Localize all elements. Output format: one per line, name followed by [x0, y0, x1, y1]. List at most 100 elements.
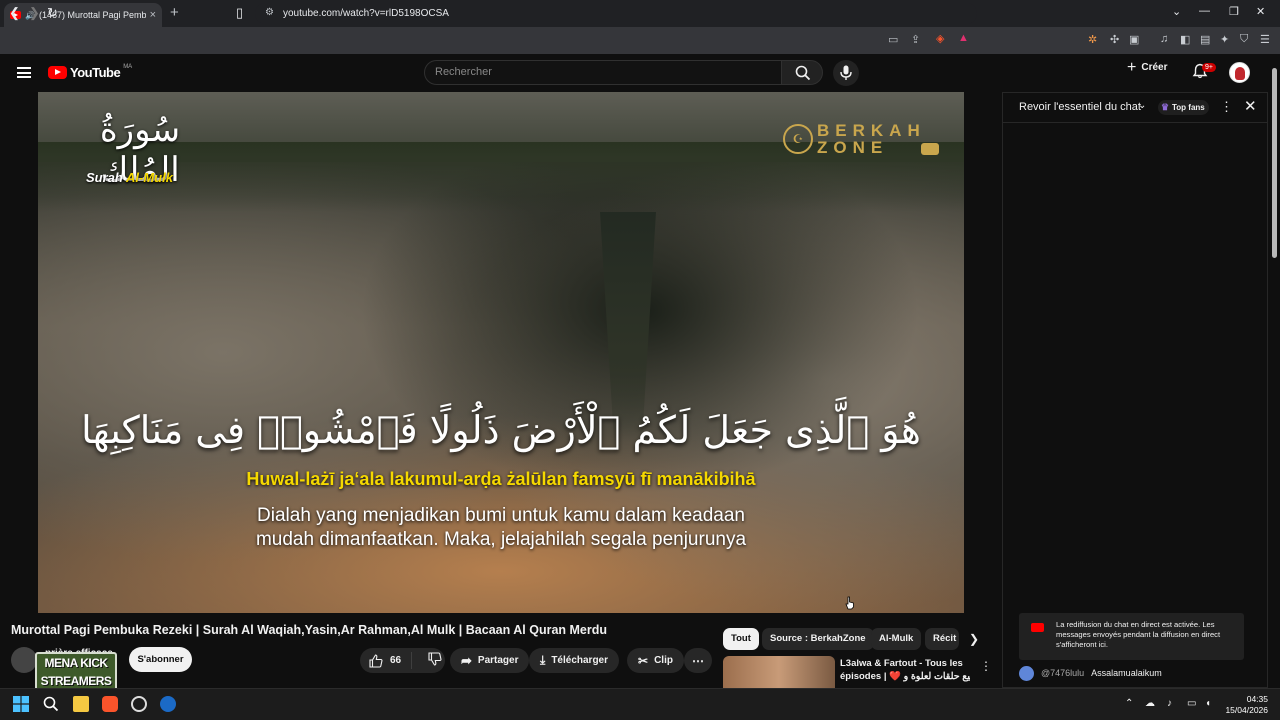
notifications-badge: 9+	[1202, 63, 1216, 72]
new-tab-icon[interactable]: +	[170, 4, 179, 21]
chat-user-avatar[interactable]	[1019, 665, 1034, 681]
share-page-icon[interactable]: ⇪	[911, 33, 920, 46]
menu-icon[interactable]: ☰	[1260, 33, 1270, 46]
tab-close-icon[interactable]: ×	[150, 9, 156, 21]
screenshot-icon[interactable]: ▣	[1129, 33, 1139, 46]
download-icon: ⤓	[540, 653, 546, 667]
more-actions-button[interactable]: ⋯	[684, 648, 712, 673]
brand-play-icon	[921, 143, 939, 155]
mouse-cursor-icon	[845, 596, 854, 610]
youtube-play-icon	[48, 66, 67, 79]
chip-source[interactable]: Source : BerkahZone	[762, 628, 874, 650]
chat-replay-notice: La rediffusion du chat en direct est act…	[1019, 613, 1244, 660]
search-input[interactable]: Rechercher	[424, 60, 782, 85]
close-window-icon[interactable]: ✕	[1256, 5, 1265, 18]
forward-icon[interactable]: ❯	[29, 5, 40, 21]
windows-taskbar	[0, 688, 1280, 720]
wallet-icon[interactable]: ▤	[1200, 33, 1210, 46]
clip-button[interactable]: ✂ Clip	[627, 648, 684, 673]
chip-recitation[interactable]: Récit	[925, 628, 959, 650]
restore-icon[interactable]: ❐	[1229, 5, 1239, 18]
search-icon	[795, 65, 811, 81]
clock-date[interactable]: 15/04/2026	[1224, 705, 1268, 715]
youtube-logo[interactable]: YouTube MA	[48, 64, 132, 80]
leo-ai-icon[interactable]: ✦	[1220, 33, 1229, 46]
bookmark-icon[interactable]: ▯	[236, 5, 243, 21]
video-title: Murottal Pagi Pembuka Rezeki | Surah Al …	[11, 623, 608, 637]
url-text: youtube.com/watch?v=rlD5198OCSA	[283, 8, 449, 19]
file-explorer-icon[interactable]	[73, 696, 89, 712]
chat-author[interactable]: @7476lulu	[1041, 668, 1084, 678]
recommendation-more-icon[interactable]: ⋮	[980, 659, 992, 673]
share-button[interactable]: ➦ Partager	[450, 648, 530, 673]
dislike-button[interactable]	[418, 652, 452, 669]
plus-icon: +	[1127, 58, 1137, 76]
share-icon: ➦	[461, 652, 472, 668]
site-info-icon[interactable]: ⚙	[265, 7, 274, 18]
live-chat-panel	[1002, 92, 1268, 688]
like-count: 66	[390, 655, 402, 666]
tray-overflow-icon[interactable]: ⌃	[1125, 698, 1133, 709]
scrollbar-thumb[interactable]	[1272, 68, 1277, 258]
minimize-icon[interactable]: —	[1199, 5, 1210, 17]
microphone-icon	[840, 65, 852, 80]
vpn-icon[interactable]: ⛉	[1240, 33, 1248, 46]
subscribe-button[interactable]: S'abonner	[129, 647, 192, 672]
brave-browser-icon[interactable]	[102, 696, 118, 712]
chevron-down-icon[interactable]: ⌄	[1138, 100, 1146, 111]
sidebar-icon[interactable]: ◧	[1180, 33, 1190, 46]
thumbs-down-icon	[428, 652, 442, 666]
more-options-icon[interactable]: ⋮	[1220, 99, 1233, 115]
steam-icon[interactable]	[160, 696, 176, 712]
verse-translation-line2: mudah dimanfaatkan. Maka, jelajahilah se…	[255, 529, 747, 550]
cast-icon[interactable]: ▭	[888, 33, 898, 46]
extensions-puzzle-icon[interactable]: ✣	[1110, 33, 1119, 46]
verse-transliteration: Huwal-lażī ja‘ala lakumul-arḍa żalūlan f…	[246, 469, 756, 489]
verse-translation-line1: Dialah yang menjadikan bumi untuk kamu d…	[257, 505, 745, 526]
youtube-notice-icon	[1031, 623, 1044, 632]
chat-mode-title[interactable]: Revoir l'essentiel du chat	[1019, 101, 1141, 113]
recommendation-title[interactable]: L3alwa & Fartout - Tous les épisodes | ❤…	[840, 657, 970, 683]
address-bar[interactable]: ⚙ youtube.com/watch?v=rlD5198OCSA	[255, 3, 977, 24]
chat-message: @7476lulu Assalamualaikum	[1019, 665, 1259, 681]
search-icon[interactable]	[43, 696, 59, 712]
reload-icon[interactable]: ↻	[47, 5, 58, 21]
like-dislike-group: 66	[360, 648, 445, 673]
scissors-icon: ✂	[638, 653, 649, 668]
app-icon[interactable]	[131, 696, 147, 712]
chevron-right-icon[interactable]: ❯	[969, 632, 979, 646]
recommendation-thumbnail[interactable]	[723, 656, 835, 688]
channel-avatar[interactable]	[11, 647, 37, 673]
network-icon[interactable]: ▭	[1187, 698, 1196, 709]
voice-search-button[interactable]	[833, 60, 859, 86]
verse-arabic: هُوَ ٱلَّذِى جَعَلَ لَكُمُ ٱلْأَرْضَ ذَل…	[81, 408, 921, 452]
thumbs-up-icon	[369, 653, 383, 668]
account-avatar[interactable]	[1229, 62, 1250, 83]
brave-rewards-icon[interactable]: ▲	[958, 32, 969, 44]
quran-seal-icon: ☪	[783, 124, 813, 154]
chip-all[interactable]: Tout	[723, 628, 759, 650]
windows-start-icon[interactable]	[13, 696, 29, 712]
more-horizontal-icon: ⋯	[692, 653, 704, 668]
volume-icon[interactable]: ◖	[1205, 698, 1211, 709]
like-button[interactable]: 66	[360, 652, 413, 669]
top-fans-badge[interactable]: Top fans	[1158, 100, 1209, 115]
back-icon[interactable]: ❮	[9, 5, 20, 21]
surah-latin-title: Surah Al-Mulk	[86, 170, 173, 185]
clock-time[interactable]: 04:35	[1238, 694, 1268, 704]
berkah-zone-watermark: ☪ BERKAH ZONE	[783, 119, 941, 159]
media-icon[interactable]: ♫	[1160, 33, 1168, 45]
browser-tab[interactable]: 🔊 (1467) Murottal Pagi Pembuka ×	[4, 3, 162, 27]
chat-text: Assalamualaikum	[1091, 668, 1162, 678]
download-button[interactable]: ⤓ Télécharger	[529, 648, 620, 673]
create-button[interactable]: + Créer	[1127, 58, 1167, 76]
cloud-icon[interactable]: ☁	[1145, 698, 1155, 709]
chip-al-mulk[interactable]: Al-Mulk	[871, 628, 922, 650]
close-chat-icon[interactable]: ✕	[1244, 97, 1257, 115]
brave-shields-icon[interactable]: ◈	[936, 32, 944, 45]
tab-search-chevron-icon[interactable]: ⌄	[1172, 5, 1181, 18]
microphone-tray-icon[interactable]: ♪	[1167, 698, 1172, 709]
extension-icon[interactable]: ✲	[1088, 33, 1097, 46]
search-button[interactable]	[781, 60, 823, 85]
guide-menu-icon[interactable]	[17, 67, 31, 78]
